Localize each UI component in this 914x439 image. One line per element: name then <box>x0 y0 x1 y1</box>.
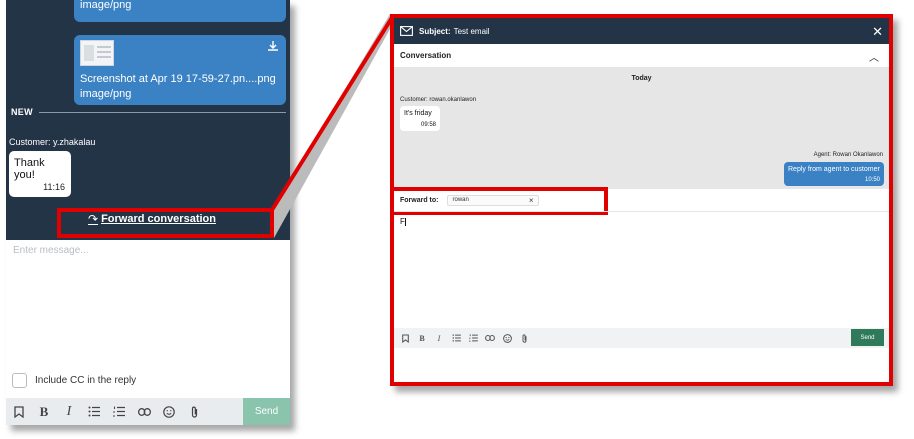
send-button[interactable]: Send <box>243 398 290 425</box>
forward-link-highlight <box>57 208 274 238</box>
customer-message: It's friday 09:58 <box>400 106 440 131</box>
agent-message: Reply from agent to customer 10:50 <box>784 162 884 186</box>
send-button[interactable]: Send <box>851 329 884 346</box>
bullet-list-icon[interactable] <box>87 405 101 419</box>
numbered-list-icon[interactable] <box>468 333 478 343</box>
include-cc-option[interactable]: Include CC in the reply <box>12 373 136 388</box>
customer-label: Customer: rowan.okanlawon <box>400 97 477 103</box>
forward-to-row: Forward to: rowan × <box>394 187 889 215</box>
include-cc-checkbox[interactable] <box>12 373 27 388</box>
message-text: It's friday <box>404 110 432 117</box>
italic-icon[interactable]: I <box>434 333 444 343</box>
message-input[interactable]: Enter message... <box>13 245 89 256</box>
date-divider: Today <box>631 75 652 82</box>
subject-value: Test email <box>453 26 490 36</box>
link-icon[interactable] <box>137 405 151 419</box>
conversation-thread: Today Customer: rowan.okanlawon It's fri… <box>394 68 889 189</box>
attachment-type: image/png <box>80 88 132 100</box>
emoji-icon[interactable] <box>162 405 176 419</box>
attach-icon[interactable] <box>519 333 529 343</box>
attach-icon[interactable] <box>187 405 201 419</box>
message-text: Thank you! <box>14 157 45 181</box>
bookmark-icon[interactable] <box>400 333 410 343</box>
dialog-header: Subject: Test email ✕ <box>394 18 889 44</box>
include-cc-label: Include CC in the reply <box>35 375 137 386</box>
italic-icon[interactable]: I <box>62 404 76 419</box>
bullet-list-icon[interactable] <box>451 333 461 343</box>
new-messages-separator: NEW <box>11 107 286 119</box>
attachment-bubble[interactable]: image/png <box>74 0 286 22</box>
formatting-toolbar: B I Send <box>6 398 290 425</box>
mail-icon <box>400 26 413 36</box>
conversation-section-header[interactable]: Conversation ︿ <box>394 44 889 68</box>
attachment-bubble[interactable]: Screenshot at Apr 19 17-59-27.pn....png … <box>74 35 286 105</box>
formatting-toolbar: B I <box>394 328 889 348</box>
compose-area: Enter message... Include CC in the reply… <box>6 240 290 425</box>
message-time: 09:58 <box>420 122 436 128</box>
attachment-filename: Screenshot at Apr 19 17-59-27.pn....png <box>80 73 276 85</box>
close-icon[interactable]: ✕ <box>872 24 883 40</box>
email-forward-dialog: Subject: Test email ✕ Conversation ︿ Tod… <box>390 14 893 386</box>
conversation-title: Conversation <box>400 51 452 60</box>
attachment-type: image/png <box>80 0 132 11</box>
link-icon[interactable] <box>485 333 495 343</box>
message-time: 11:16 <box>43 182 65 192</box>
message-text: Reply from agent to customer <box>788 166 880 173</box>
emoji-icon[interactable] <box>502 333 512 343</box>
customer-message: Thank you! 11:16 <box>9 151 71 197</box>
bookmark-icon[interactable] <box>12 405 26 419</box>
bold-icon[interactable]: B <box>417 333 427 343</box>
numbered-list-icon[interactable] <box>112 405 126 419</box>
customer-label: Customer: y.zhakalau <box>9 137 96 147</box>
subject-label: Subject: <box>419 26 451 36</box>
separator-line <box>39 112 286 113</box>
email-body-editor[interactable]: F B I Send <box>394 211 889 348</box>
chevron-up-icon[interactable]: ︿ <box>869 49 879 64</box>
agent-label: Agent: Rowan Okanlawon <box>813 152 883 158</box>
message-time: 10:50 <box>864 177 880 183</box>
download-icon[interactable] <box>267 40 279 52</box>
new-label: NEW <box>11 107 33 117</box>
bold-icon[interactable]: B <box>37 404 51 419</box>
chat-history: image/png Screenshot at Apr 19 17-59-27.… <box>6 0 290 240</box>
text-cursor <box>404 217 406 226</box>
image-thumbnail[interactable] <box>80 40 114 66</box>
